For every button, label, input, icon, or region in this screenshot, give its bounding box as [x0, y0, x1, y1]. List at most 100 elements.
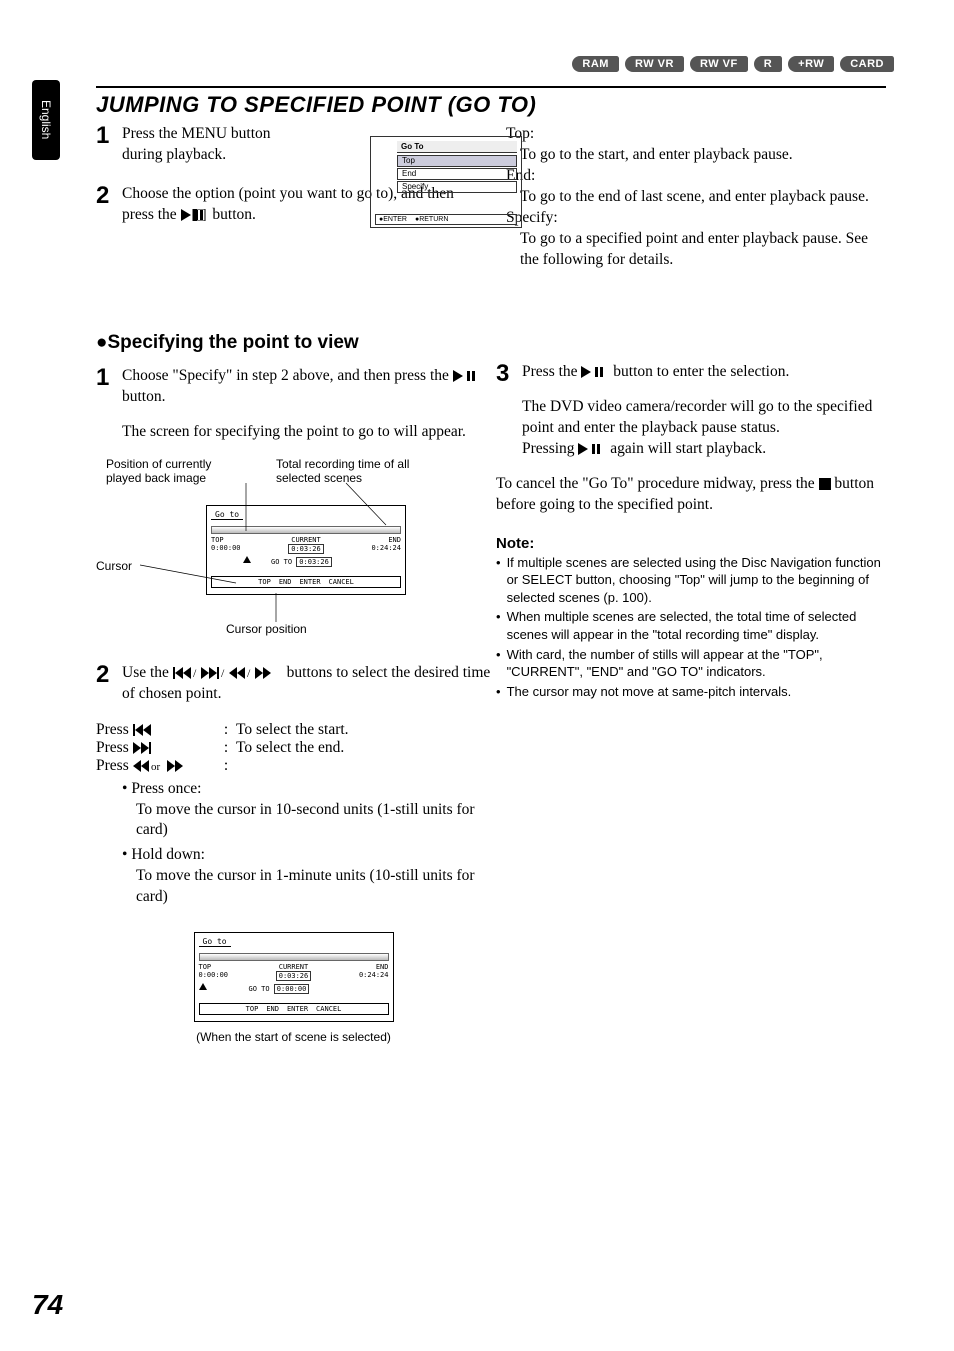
press-rew-ffwd: Press or	[96, 757, 216, 775]
skip-seek-icons: / / /	[173, 667, 283, 679]
top-label: Top:	[506, 124, 886, 145]
svg-text:/: /	[247, 667, 251, 679]
goto2-btn-cancel: CANCEL	[316, 1005, 341, 1013]
callout-current-position: Position of currently played back image	[106, 457, 246, 485]
goto-osd-box-2: Go to TOP 0:00:00 CURRENT 0:03:26 END	[194, 932, 394, 1022]
step-number-2: 2	[96, 184, 114, 208]
step-number-1b: 1	[96, 366, 114, 390]
play-pause-icon	[453, 370, 481, 382]
osd-item-end: End	[397, 168, 517, 180]
goto-current-time: 0:03:26	[288, 544, 324, 554]
goto-btn-end: END	[279, 578, 292, 586]
goto-end-time: 0:24:24	[371, 544, 401, 552]
sub-heading-specifying: ●Specifying the point to view	[96, 332, 491, 354]
badge-rwvr: RW VR	[625, 56, 684, 72]
goto-top-time: 0:00:00	[211, 544, 241, 552]
step-2b-text: Use the / / / buttons to select the desi…	[122, 663, 491, 705]
goto2-label: GO TO	[249, 985, 270, 993]
note-4: The cursor may not move at same-pitch in…	[507, 683, 792, 701]
goto-btn-cancel: CANCEL	[329, 578, 354, 586]
goto-top-label: TOP	[211, 536, 241, 544]
goto-btn-top: TOP	[258, 578, 271, 586]
press-skip-back-desc: To select the start.	[236, 721, 491, 739]
cancel-paragraph: To cancel the "Go To" procedure midway, …	[496, 474, 891, 516]
osd-item-specify: Specify	[397, 181, 517, 193]
goto2-end-time: 0:24:24	[359, 971, 389, 979]
step-3-text: Press the button to enter the selection.…	[522, 362, 891, 460]
specify-label: Specify:	[506, 208, 886, 229]
goto-progress-bar	[211, 526, 401, 534]
osd-enter: ●ENTER	[379, 216, 407, 223]
osd-return: ●RETURN	[415, 216, 448, 223]
play-pause-icon	[578, 443, 606, 455]
goto-menu-osd: Go To Top End Specify ●ENTER ●RETURN	[370, 136, 522, 228]
goto-time: 0:03:26	[296, 557, 332, 567]
next-track-icon	[133, 742, 155, 754]
top-desc: To go to the start, and enter playback p…	[506, 145, 886, 166]
play-pause-icon	[581, 366, 609, 378]
goto2-end-label: END	[359, 963, 389, 971]
goto-bottom-bar: TOP END ENTER CANCEL	[211, 576, 401, 588]
goto-osd-box-1: Go to TOP 0:00:00 CURRENT 0:03:26 END	[206, 505, 406, 595]
goto-progress-bar-2	[199, 953, 389, 961]
goto2-top-time: 0:00:00	[199, 971, 229, 979]
rewind-fastforward-icon: or	[133, 760, 183, 772]
note-heading: Note:	[496, 534, 891, 554]
play-pause-icon	[181, 209, 209, 221]
figure-goto-screen-2: Go to TOP 0:00:00 CURRENT 0:03:26 END	[96, 932, 491, 1044]
goto-osd-title: Go to	[211, 510, 243, 520]
goto2-current-label: CURRENT	[276, 963, 312, 971]
end-label: End:	[506, 166, 886, 187]
page-number: 74	[32, 1289, 63, 1321]
note-2: When multiple scenes are selected, the t…	[507, 608, 891, 643]
press-table: Press : To select the start. Press : To …	[96, 721, 491, 909]
press-once-body: To move the cursor in 10-second units (1…	[122, 800, 491, 842]
badge-card: CARD	[840, 56, 894, 72]
goto-btn-enter: ENTER	[299, 578, 320, 586]
callout-cursor-position: Cursor position	[226, 622, 307, 636]
right-top-column: Top: To go to the start, and enter playb…	[506, 124, 886, 270]
badge-ram: RAM	[572, 56, 619, 72]
media-badges: RAM RW VR RW VF R +RW CARD	[572, 56, 894, 72]
badge-plus-rw: +RW	[788, 56, 834, 72]
language-side-tab: English	[32, 80, 60, 160]
goto2-top-label: TOP	[199, 963, 229, 971]
cursor-marker-icon	[243, 556, 251, 563]
badge-r: R	[754, 56, 782, 72]
step-1-text: Press the MENU button during playback.	[122, 124, 282, 166]
goto-end-label: END	[371, 536, 401, 544]
press-once-heading: Press once:	[131, 780, 201, 797]
step-number-1: 1	[96, 124, 114, 148]
callout-cursor: Cursor	[96, 559, 132, 573]
osd-title: Go To	[397, 141, 517, 153]
goto-bottom-bar-2: TOP END ENTER CANCEL	[199, 1003, 389, 1015]
callout-total-time: Total recording time of all selected sce…	[276, 457, 436, 485]
cursor-marker-icon-2	[199, 983, 207, 990]
goto2-time: 0:00:00	[274, 984, 310, 994]
step-number-3: 3	[496, 362, 514, 386]
prev-track-icon	[133, 724, 155, 736]
goto-osd-title-2: Go to	[199, 937, 231, 947]
goto2-btn-end: END	[266, 1005, 279, 1013]
goto-labels-row: TOP 0:00:00 CURRENT 0:03:26 END 0:24:24	[211, 536, 401, 554]
goto2-btn-top: TOP	[246, 1005, 259, 1013]
figure-2-caption: (When the start of scene is selected)	[96, 1030, 491, 1044]
svg-text:or: or	[151, 761, 161, 772]
osd-item-top: Top	[397, 155, 517, 167]
osd-bottom-bar: ●ENTER ●RETURN	[375, 214, 517, 225]
goto2-btn-enter: ENTER	[287, 1005, 308, 1013]
note-3: With card, the number of stills will app…	[507, 646, 891, 681]
hold-down-heading: Hold down:	[131, 846, 205, 863]
specify-desc: To go to a specified point and enter pla…	[506, 229, 886, 271]
badge-rwvf: RW VF	[690, 56, 748, 72]
note-1: If multiple scenes are selected using th…	[507, 554, 891, 607]
end-desc: To go to the end of last scene, and ente…	[506, 187, 886, 208]
goto2-current-time: 0:03:26	[276, 971, 312, 981]
figure-goto-screen: Position of currently played back image …	[96, 457, 491, 657]
goto-current-label: CURRENT	[288, 536, 324, 544]
stop-icon	[819, 478, 831, 490]
section-heading: JUMPING TO SPECIFIED POINT (GO TO)	[96, 86, 886, 118]
svg-text:/: /	[221, 667, 225, 679]
press-skip-back: Press	[96, 721, 216, 739]
note-block: Note: If multiple scenes are selected us…	[496, 534, 891, 701]
